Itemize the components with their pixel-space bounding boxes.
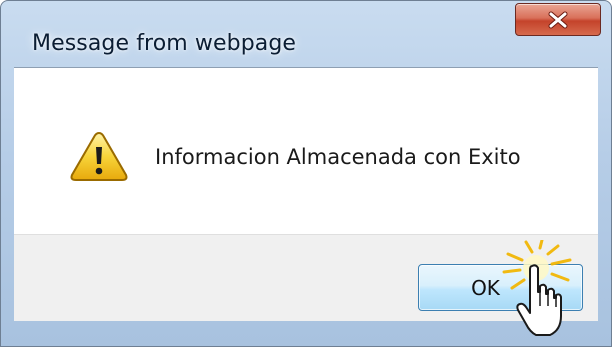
ok-button[interactable]: OK xyxy=(418,264,583,311)
dialog-content: Informacion Almacenada con Exito xyxy=(14,67,598,235)
close-icon xyxy=(547,11,569,29)
dialog-message: Informacion Almacenada con Exito xyxy=(155,145,521,169)
dialog-title: Message from webpage xyxy=(32,31,297,56)
warning-icon xyxy=(69,130,129,182)
dialog-footer: OK xyxy=(14,234,598,321)
close-button[interactable] xyxy=(515,3,601,36)
